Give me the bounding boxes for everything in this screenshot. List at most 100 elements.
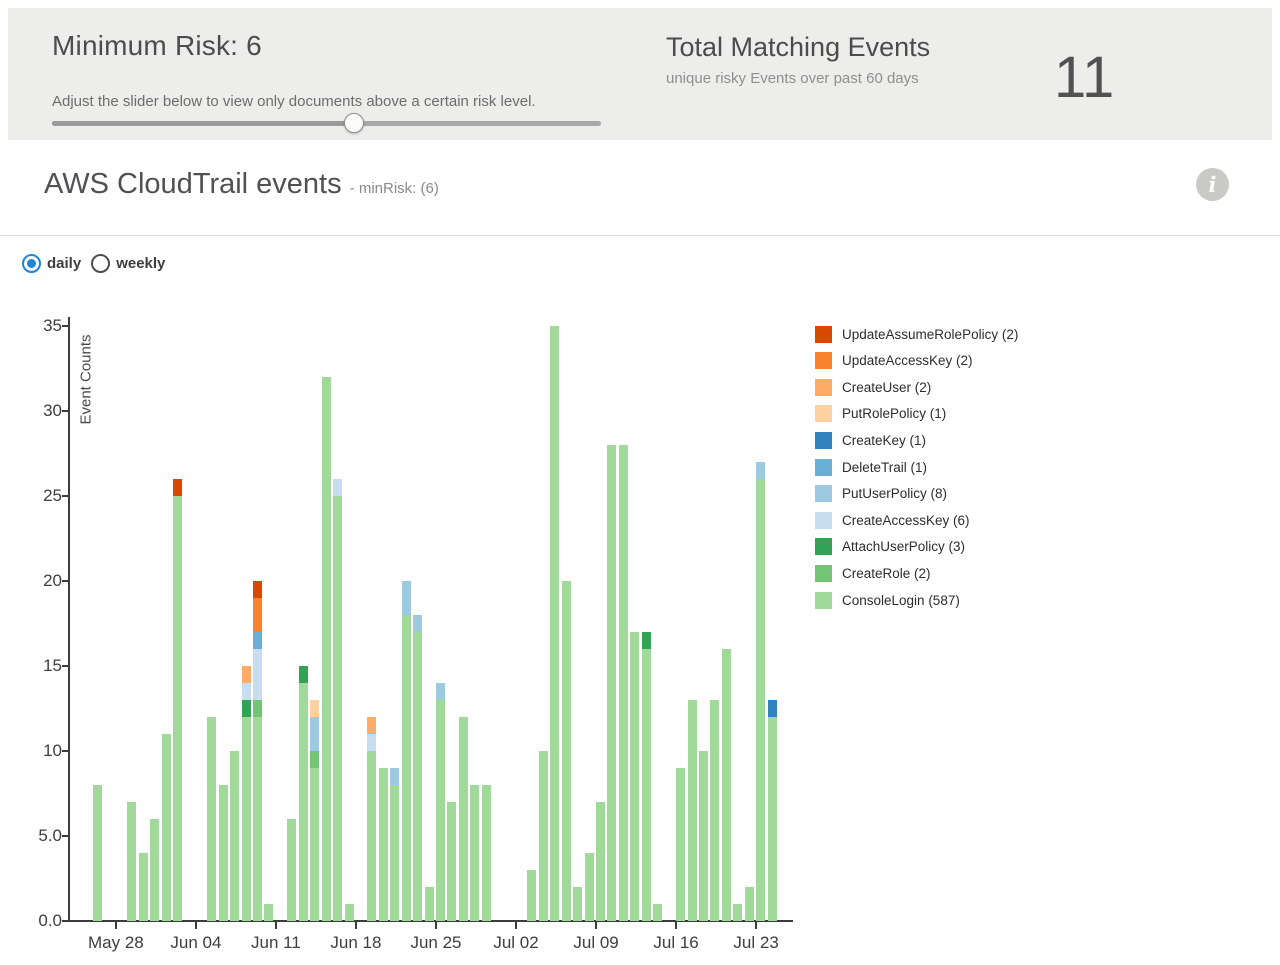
bar-segment-PutUserPolicy[interactable]: [401, 581, 411, 615]
legend-swatch[interactable]: [815, 325, 832, 343]
legend-swatch[interactable]: [815, 431, 832, 449]
bar-segment-ConsoleLogin[interactable]: [321, 377, 331, 921]
bar-segment-ConsoleLogin[interactable]: [733, 904, 743, 921]
bar-segment-ConsoleLogin[interactable]: [218, 785, 228, 921]
bar-segment-ConsoleLogin[interactable]: [607, 445, 617, 921]
legend-swatch[interactable]: [815, 352, 832, 370]
bar-segment-CreateRole[interactable]: [253, 700, 263, 717]
bar-segment-ConsoleLogin[interactable]: [447, 802, 457, 921]
bar-segment-ConsoleLogin[interactable]: [93, 785, 102, 921]
legend-label[interactable]: PutRolePolicy (1): [842, 406, 946, 421]
bar-segment-ConsoleLogin[interactable]: [424, 887, 434, 921]
legend-swatch[interactable]: [815, 485, 832, 503]
legend-label[interactable]: PutUserPolicy (8): [842, 486, 947, 501]
bar-segment-ConsoleLogin[interactable]: [287, 819, 297, 921]
bar-segment-ConsoleLogin[interactable]: [573, 887, 583, 921]
bar-segment-UpdateAssumeRolePolicy[interactable]: [253, 581, 263, 598]
legend-item-UpdateAccessKey[interactable]: UpdateAccessKey (2): [815, 352, 973, 370]
bar-segment-PutUserPolicy[interactable]: [310, 717, 320, 751]
bar-segment-ConsoleLogin[interactable]: [378, 768, 388, 921]
legend-swatch[interactable]: [815, 378, 832, 396]
risk-slider-track[interactable]: [52, 113, 601, 133]
legend-item-DeleteTrail[interactable]: DeleteTrail (1): [815, 458, 927, 476]
bar-segment-DeleteTrail[interactable]: [253, 632, 263, 649]
bar-segment-CreateKey[interactable]: [767, 700, 777, 717]
radio-label[interactable]: daily: [47, 255, 81, 272]
bar-segment-CreateAccessKey[interactable]: [241, 683, 251, 700]
legend-swatch[interactable]: [815, 511, 832, 529]
bar-segment-ConsoleLogin[interactable]: [264, 904, 274, 921]
legend-item-CreateRole[interactable]: CreateRole (2): [815, 564, 931, 582]
bar-segment-UpdateAccessKey[interactable]: [253, 598, 263, 632]
bar-segment-PutRolePolicy[interactable]: [310, 700, 320, 717]
bar-segment-CreateRole[interactable]: [310, 751, 320, 768]
bar-segment-ConsoleLogin[interactable]: [401, 615, 411, 921]
legend-swatch[interactable]: [815, 591, 832, 609]
bar-segment-ConsoleLogin[interactable]: [641, 649, 651, 921]
bar-segment-ConsoleLogin[interactable]: [710, 700, 720, 921]
bar-segment-ConsoleLogin[interactable]: [550, 326, 560, 921]
bar-segment-ConsoleLogin[interactable]: [767, 717, 777, 921]
bar-segment-ConsoleLogin[interactable]: [481, 785, 491, 921]
interval-option-weekly[interactable]: weekly: [91, 253, 165, 273]
bar-segment-ConsoleLogin[interactable]: [298, 683, 308, 921]
legend-swatch[interactable]: [815, 405, 832, 423]
legend-label[interactable]: UpdateAccessKey (2): [842, 353, 973, 368]
bar-segment-ConsoleLogin[interactable]: [150, 819, 160, 921]
bar-segment-UpdateAssumeRolePolicy[interactable]: [173, 479, 183, 496]
bar-segment-AttachUserPolicy[interactable]: [641, 632, 651, 649]
bar-segment-AttachUserPolicy[interactable]: [298, 666, 308, 683]
bar-segment-ConsoleLogin[interactable]: [470, 785, 480, 921]
legend-item-PutUserPolicy[interactable]: PutUserPolicy (8): [815, 485, 947, 503]
bar-segment-ConsoleLogin[interactable]: [687, 700, 697, 921]
radio-daily-selected[interactable]: [22, 253, 41, 273]
legend-label[interactable]: ConsoleLogin (587): [842, 593, 960, 608]
bar-segment-ConsoleLogin[interactable]: [230, 751, 240, 921]
legend-label[interactable]: UpdateAssumeRolePolicy (2): [842, 327, 1018, 342]
legend-swatch[interactable]: [815, 538, 832, 556]
bar-segment-ConsoleLogin[interactable]: [744, 887, 754, 921]
bar-segment-CreateUser[interactable]: [241, 666, 251, 683]
bar-segment-ConsoleLogin[interactable]: [138, 853, 148, 921]
bar-segment-ConsoleLogin[interactable]: [561, 581, 571, 921]
legend-label[interactable]: CreateKey (1): [842, 433, 926, 448]
bar-segment-CreateAccessKey[interactable]: [253, 649, 263, 700]
legend-swatch[interactable]: [815, 564, 832, 582]
bar-segment-ConsoleLogin[interactable]: [241, 717, 251, 921]
bar-segment-ConsoleLogin[interactable]: [173, 496, 183, 921]
bar-segment-PutUserPolicy[interactable]: [390, 768, 400, 785]
legend-item-CreateKey[interactable]: CreateKey (1): [815, 431, 926, 449]
legend-label[interactable]: DeleteTrail (1): [842, 460, 927, 475]
bar-segment-ConsoleLogin[interactable]: [253, 717, 263, 921]
bar-segment-ConsoleLogin[interactable]: [527, 870, 537, 921]
bar-segment-CreateUser[interactable]: [367, 717, 377, 734]
bar-segment-ConsoleLogin[interactable]: [584, 853, 594, 921]
interval-option-daily[interactable]: daily: [22, 253, 81, 273]
legend-item-CreateUser[interactable]: CreateUser (2): [815, 378, 931, 396]
info-icon[interactable]: i: [1196, 168, 1229, 201]
bar-segment-ConsoleLogin[interactable]: [161, 734, 171, 921]
bar-segment-ConsoleLogin[interactable]: [390, 785, 400, 921]
bar-segment-ConsoleLogin[interactable]: [207, 717, 217, 921]
risk-slider-handle[interactable]: [343, 113, 364, 133]
bar-segment-ConsoleLogin[interactable]: [310, 768, 320, 921]
bar-segment-ConsoleLogin[interactable]: [596, 802, 606, 921]
bar-segment-ConsoleLogin[interactable]: [721, 649, 731, 921]
radio-weekly[interactable]: [91, 253, 111, 273]
bar-segment-ConsoleLogin[interactable]: [653, 904, 663, 921]
bar-segment-ConsoleLogin[interactable]: [344, 904, 354, 921]
bar-segment-ConsoleLogin[interactable]: [413, 632, 423, 921]
legend-label[interactable]: CreateAccessKey (6): [842, 513, 970, 528]
bar-segment-PutUserPolicy[interactable]: [756, 462, 766, 479]
legend-label[interactable]: CreateUser (2): [842, 380, 931, 395]
legend-item-PutRolePolicy[interactable]: PutRolePolicy (1): [815, 405, 946, 423]
legend-item-UpdateAssumeRolePolicy[interactable]: UpdateAssumeRolePolicy (2): [815, 325, 1018, 343]
bar-segment-ConsoleLogin[interactable]: [435, 700, 445, 921]
bar-segment-ConsoleLogin[interactable]: [458, 717, 468, 921]
bar-segment-ConsoleLogin[interactable]: [618, 445, 628, 921]
bar-segment-ConsoleLogin[interactable]: [756, 479, 766, 921]
bar-segment-AttachUserPolicy[interactable]: [241, 700, 251, 717]
legend-item-AttachUserPolicy[interactable]: AttachUserPolicy (3): [815, 538, 965, 556]
legend-label[interactable]: CreateRole (2): [842, 566, 931, 581]
bar-segment-ConsoleLogin[interactable]: [538, 751, 548, 921]
